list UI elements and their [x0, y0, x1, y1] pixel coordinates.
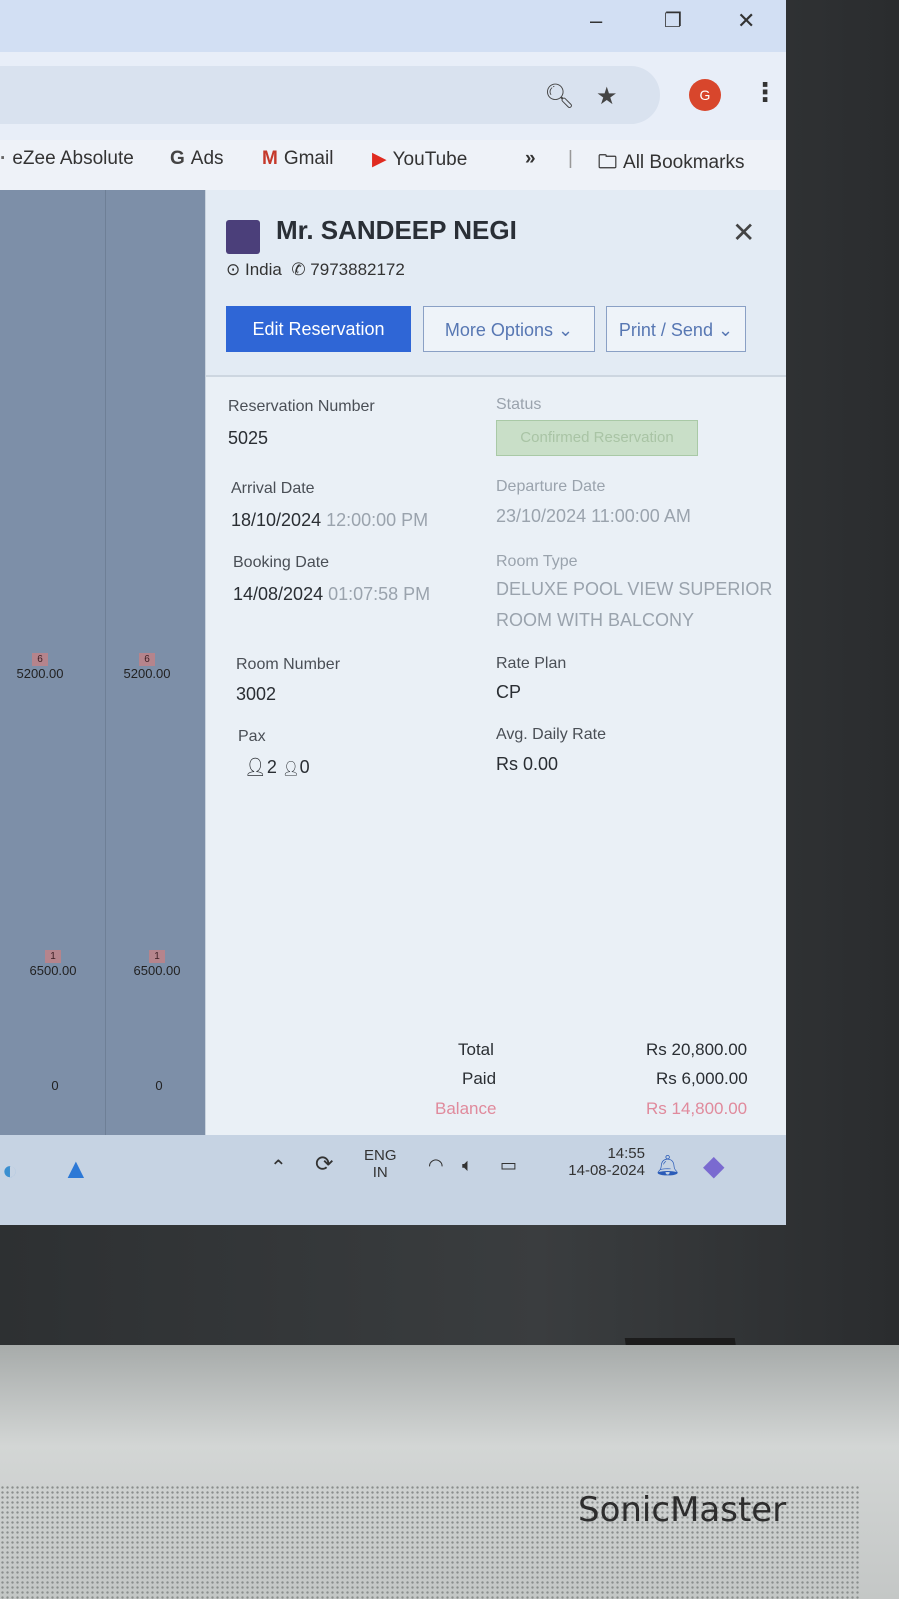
bookmarks-overflow-button[interactable]: »: [525, 148, 536, 170]
grid-cell: 6 5200.00: [123, 653, 171, 681]
battery-icon[interactable]: ▭: [500, 1155, 517, 1176]
rate-plan-label: Rate Plan: [496, 655, 567, 672]
paid-label: Paid: [462, 1069, 497, 1088]
availability-badge: 1: [149, 950, 165, 963]
edge-icon[interactable]: ◐: [2, 1155, 18, 1186]
edit-reservation-button[interactable]: Edit Reservation: [226, 306, 411, 352]
brand-logo: SonicMaster: [578, 1490, 787, 1530]
arrival-date: 18/10/2024 12:00:00 PM: [231, 510, 429, 530]
pax-count: 👤︎2 👤︎0: [244, 757, 310, 777]
availability-badge: 6: [139, 653, 155, 666]
grid-column-divider: [105, 190, 106, 1135]
notification-bell-icon[interactable]: 🔔︎: [655, 1153, 680, 1178]
room-type-line2: ROOM WITH BALCONY: [496, 610, 695, 630]
bookmarks-bar: · eZee Absolute G Ads M Gmail ▶ YouTube » | …: [0, 140, 786, 190]
profile-avatar[interactable]: G: [689, 79, 721, 111]
status-badge: Confirmed Reservation: [496, 420, 698, 456]
all-bookmarks-button[interactable]: 🗀︎ All Bookmarks: [598, 148, 744, 180]
room-type-line1: DELUXE POOL VIEW SUPERIOR: [496, 579, 773, 599]
bookmark-gmail[interactable]: M Gmail: [262, 148, 333, 170]
grid-cell: 1 6500.00: [29, 950, 77, 978]
windows-taskbar: ◐ ▲ ⌃ ⟳ ENG IN ◠ 🔈︎ ▭ 14:55 14-08-2024 🔔…: [0, 1135, 786, 1225]
availability-badge: 6: [32, 653, 48, 666]
paid-amount: Rs 6,000.00: [656, 1069, 748, 1088]
arrival-date-label: Arrival Date: [231, 480, 315, 497]
room-number: 3002: [236, 684, 277, 704]
status-label: Status: [496, 396, 542, 413]
background-grid: 6 5200.00 6 5200.00 1 6500.00 1 6500.00 …: [0, 190, 215, 1135]
show-hidden-icons-icon[interactable]: ⌃: [270, 1155, 287, 1180]
panel-header: Mr. SANDEEP NEGI ✕ ⊙ India ✆ 7973882172 …: [206, 190, 786, 377]
booking-date: 14/08/2024 01:07:58 PM: [233, 584, 431, 604]
guest-phone: 7973882172: [310, 260, 405, 279]
youtube-icon: ▶: [372, 149, 387, 170]
google-g-icon: G: [170, 148, 185, 169]
browser-menu-icon[interactable]: ⋮: [752, 77, 778, 108]
bookmarks-divider: |: [568, 148, 573, 169]
room-number-label: Room Number: [236, 656, 341, 673]
bookmark-ads[interactable]: G Ads: [170, 148, 224, 170]
adult-icon: 👤︎: [244, 757, 267, 777]
grid-cell: 0: [155, 1078, 163, 1093]
language-indicator[interactable]: ENG IN: [364, 1147, 397, 1181]
guest-name: Mr. SANDEEP NEGI: [276, 215, 517, 245]
availability-badge: 1: [45, 950, 61, 963]
sync-icon[interactable]: ⟳: [315, 1151, 333, 1177]
booking-date-label: Booking Date: [233, 554, 330, 571]
minimize-icon[interactable]: –: [590, 8, 602, 34]
chevron-down-icon: ⌄: [557, 320, 574, 340]
rate-plan: CP: [496, 682, 522, 702]
grid-cell: 1 6500.00: [133, 950, 181, 978]
ads-app-icon[interactable]: ▲: [62, 1153, 90, 1185]
reservation-number: 5025: [228, 428, 269, 448]
globe-icon: ·: [0, 148, 7, 169]
phone-icon: ✆: [291, 260, 306, 279]
balance-label: Balance: [435, 1099, 497, 1118]
bookmark-youtube[interactable]: ▶ YouTube: [372, 148, 467, 171]
folder-icon: 🗀︎: [598, 152, 618, 173]
pax-label: Pax: [238, 728, 266, 745]
location-pin-icon: ⊙: [226, 260, 241, 279]
total-label: Total: [458, 1040, 494, 1059]
zoom-icon[interactable]: 🔍︎: [544, 82, 574, 111]
screen: – ❐ ✕ 🔍︎ ★ G ⋮ · eZee Absolute G Ads M Gmai…: [0, 0, 786, 1225]
hotel-icon: [226, 220, 260, 254]
wifi-icon[interactable]: ◠: [428, 1155, 444, 1176]
total-amount: Rs 20,800.00: [646, 1040, 748, 1059]
chevron-down-icon: ⌄: [717, 320, 734, 340]
departure-date: 23/10/2024 11:00:00 AM: [496, 506, 691, 526]
clock[interactable]: 14:55 14-08-2024: [550, 1145, 645, 1179]
avg-daily-rate: Rs 0.00: [496, 754, 559, 774]
room-type-label: Room Type: [496, 553, 578, 570]
more-options-button[interactable]: More Options ⌄: [423, 306, 595, 352]
reservation-panel: Mr. SANDEEP NEGI ✕ ⊙ India ✆ 7973882172 …: [205, 190, 786, 1135]
laptop-deck: SonicMaster: [0, 1345, 899, 1599]
guest-meta: ⊙ India ✆ 7973882172: [226, 260, 405, 280]
close-icon[interactable]: ✕: [732, 216, 755, 249]
browser-titlebar: – ❐ ✕: [0, 0, 786, 52]
gmail-icon: M: [262, 148, 278, 169]
address-bar-row: 🔍︎ ★ G ⋮: [0, 52, 786, 140]
departure-date-label: Departure Date: [496, 478, 606, 495]
grid-cell: 0: [51, 1078, 59, 1093]
reservation-number-label: Reservation Number: [228, 398, 375, 415]
child-icon: 👤︎: [281, 760, 300, 776]
volume-icon[interactable]: 🔈︎: [462, 1155, 473, 1176]
grid-cell: 6 5200.00: [16, 653, 64, 681]
copilot-icon[interactable]: ◆: [703, 1149, 725, 1182]
avg-daily-rate-label: Avg. Daily Rate: [496, 726, 606, 743]
bookmark-star-icon[interactable]: ★: [596, 82, 618, 111]
print-send-button[interactable]: Print / Send ⌄: [606, 306, 746, 352]
balance-amount: Rs 14,800.00: [646, 1099, 748, 1118]
bookmark-ezee[interactable]: · eZee Absolute: [0, 148, 134, 170]
guest-country: India: [244, 260, 282, 279]
close-window-icon[interactable]: ✕: [737, 8, 755, 34]
restore-icon[interactable]: ❐: [664, 8, 682, 33]
